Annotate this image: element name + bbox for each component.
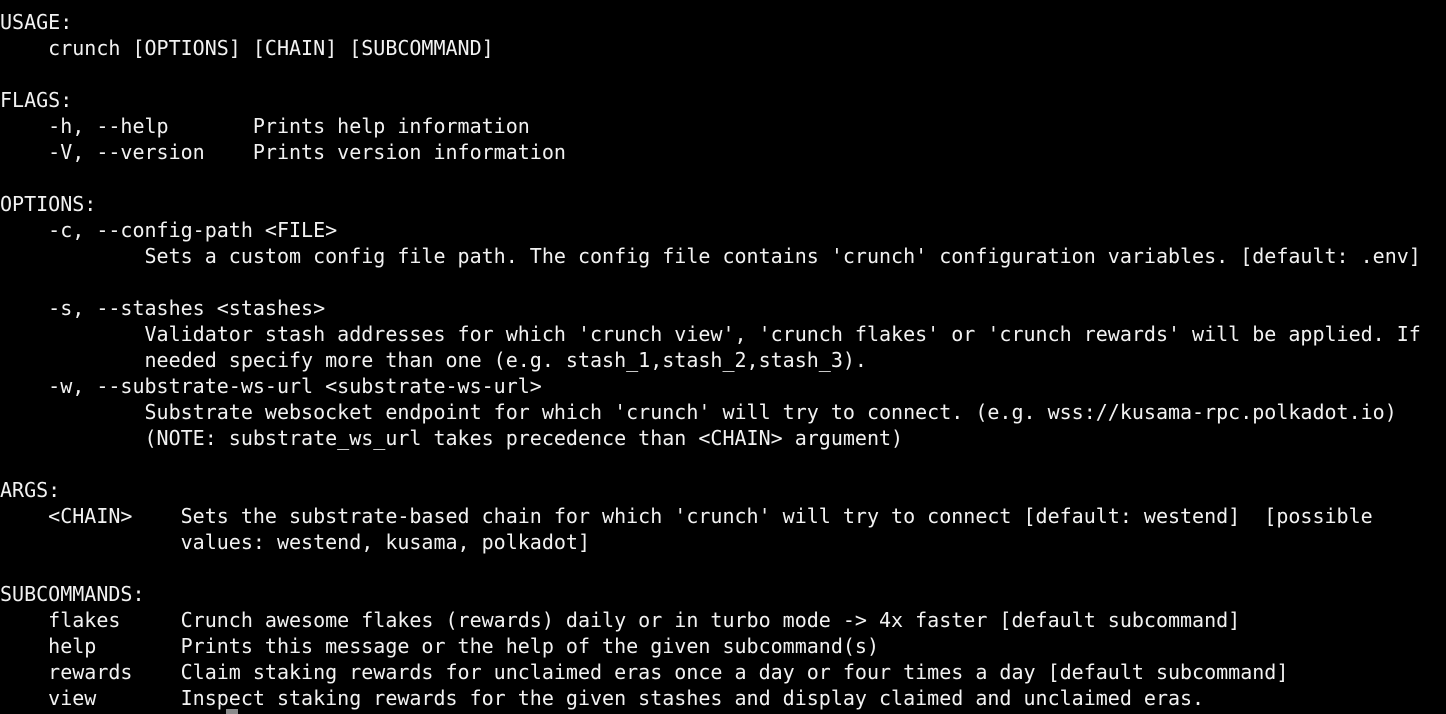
terminal-line: help Prints this message or the help of … <box>0 634 879 658</box>
terminal-line: -s, --stashes <stashes> <box>0 296 326 320</box>
terminal-line: ARGS: <box>0 478 61 502</box>
terminal-line: SUBCOMMANDS: <box>0 582 145 606</box>
terminal-line: (NOTE: substrate_ws_url takes precedence… <box>0 426 904 450</box>
terminal-line: Validator stash addresses for which 'cru… <box>0 322 1421 346</box>
terminal-line: OPTIONS: <box>0 192 97 216</box>
terminal-line: -h, --help Prints help information <box>0 114 530 138</box>
terminal-line: rewards Claim staking rewards for unclai… <box>0 660 1289 684</box>
terminal-line: -w, --substrate-ws-url <substrate-ws-url… <box>0 374 542 398</box>
terminal-window[interactable]: USAGE: crunch [OPTIONS] [CHAIN] [SUBCOMM… <box>0 0 1446 714</box>
terminal-line: Substrate websocket endpoint for which '… <box>0 400 1397 424</box>
terminal-line: view Inspect staking rewards for the giv… <box>0 686 1205 710</box>
terminal-line: -V, --version Prints version information <box>0 140 566 164</box>
terminal-line: needed specify more than one (e.g. stash… <box>0 348 867 372</box>
terminal-line: Sets a custom config file path. The conf… <box>0 244 1421 268</box>
terminal-line: -c, --config-path <FILE> <box>0 218 338 242</box>
terminal-line: <CHAIN> Sets the substrate-based chain f… <box>0 504 1373 528</box>
terminal-cursor <box>226 709 238 714</box>
terminal-line: flakes Crunch awesome flakes (rewards) d… <box>0 608 1241 632</box>
terminal-line: values: westend, kusama, polkadot] <box>0 530 591 554</box>
terminal-line: FLAGS: <box>0 88 73 112</box>
terminal-line: crunch [OPTIONS] [CHAIN] [SUBCOMMAND] <box>0 36 494 60</box>
terminal-line: USAGE: <box>0 10 73 34</box>
